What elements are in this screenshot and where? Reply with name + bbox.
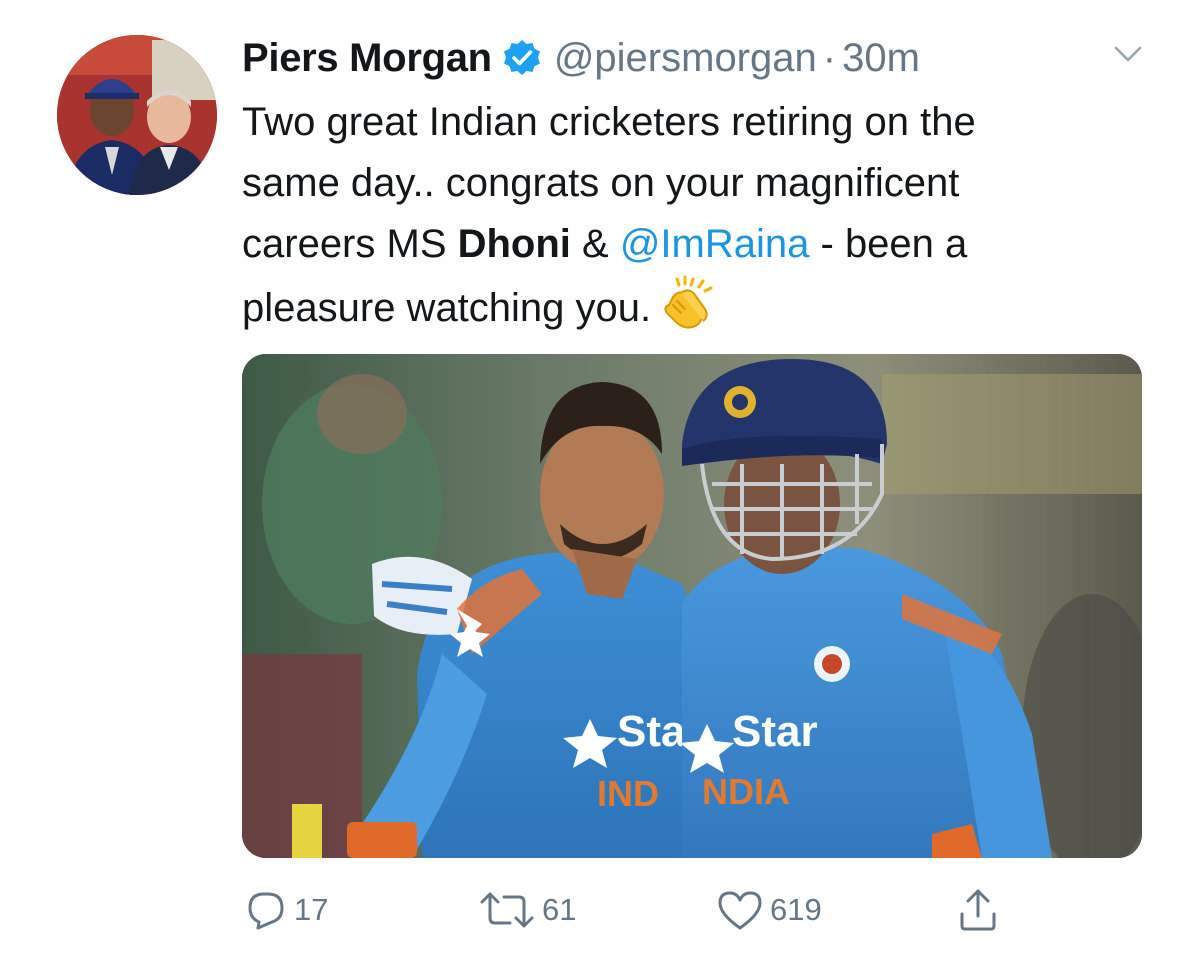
jersey-sponsor-right: Star — [732, 707, 818, 756]
share-icon — [960, 889, 996, 931]
tweet-text: Two great Indian cricketers retiring on … — [242, 92, 1142, 339]
mention-link[interactable]: @ImRaina — [620, 222, 810, 266]
reply-count: 17 — [294, 892, 329, 927]
tweet-text-line-3: careers MS Dhoni & @ImRaina - been a — [242, 214, 1142, 275]
tweet-text-line-4: pleasure watching you. — [242, 275, 1142, 339]
text-segment: pleasure watching you. — [242, 286, 652, 330]
separator-dot: · — [822, 35, 837, 80]
retweet-icon — [480, 892, 534, 928]
media-photo: Sta IND Star NDIA — [242, 354, 1142, 858]
tweet-actions: 17 61 619 — [242, 880, 1142, 940]
text-segment: - been a — [809, 222, 968, 266]
tweet: Piers Morgan @piersmorgan · 30m Two grea… — [0, 0, 1200, 957]
heart-icon — [718, 891, 762, 930]
reply-button[interactable]: 17 — [244, 880, 328, 940]
tweet-header: Piers Morgan @piersmorgan · 30m — [242, 30, 920, 86]
retweet-count: 61 — [542, 892, 577, 927]
jersey-country-left: IND — [597, 773, 659, 814]
avatar[interactable] — [57, 35, 217, 195]
timestamp[interactable]: 30m — [842, 36, 920, 81]
tweet-text-line-2: same day.. congrats on your magnificent — [242, 161, 960, 205]
jersey-sponsor-left: Sta — [617, 707, 686, 756]
retweet-button[interactable]: 61 — [478, 880, 576, 940]
avatar-image — [57, 35, 217, 195]
reply-icon — [248, 892, 284, 930]
text-segment: & — [570, 222, 620, 266]
chevron-down-icon[interactable] — [1112, 38, 1144, 70]
bold-keyword: Dhoni — [457, 222, 571, 266]
tweet-media[interactable]: Sta IND Star NDIA — [242, 354, 1142, 858]
author-handle[interactable]: @piersmorgan — [554, 36, 817, 81]
like-button[interactable]: 619 — [716, 880, 822, 940]
tweet-text-line-1: Two great Indian cricketers retiring on … — [242, 100, 976, 144]
jersey-country-right: NDIA — [702, 771, 790, 812]
like-count: 619 — [770, 892, 822, 927]
text-segment: careers MS — [242, 222, 458, 266]
verified-badge-icon — [503, 40, 540, 75]
clapping-hands-emoji — [664, 275, 713, 329]
share-button[interactable] — [956, 880, 1006, 940]
author-name[interactable]: Piers Morgan — [242, 36, 492, 81]
